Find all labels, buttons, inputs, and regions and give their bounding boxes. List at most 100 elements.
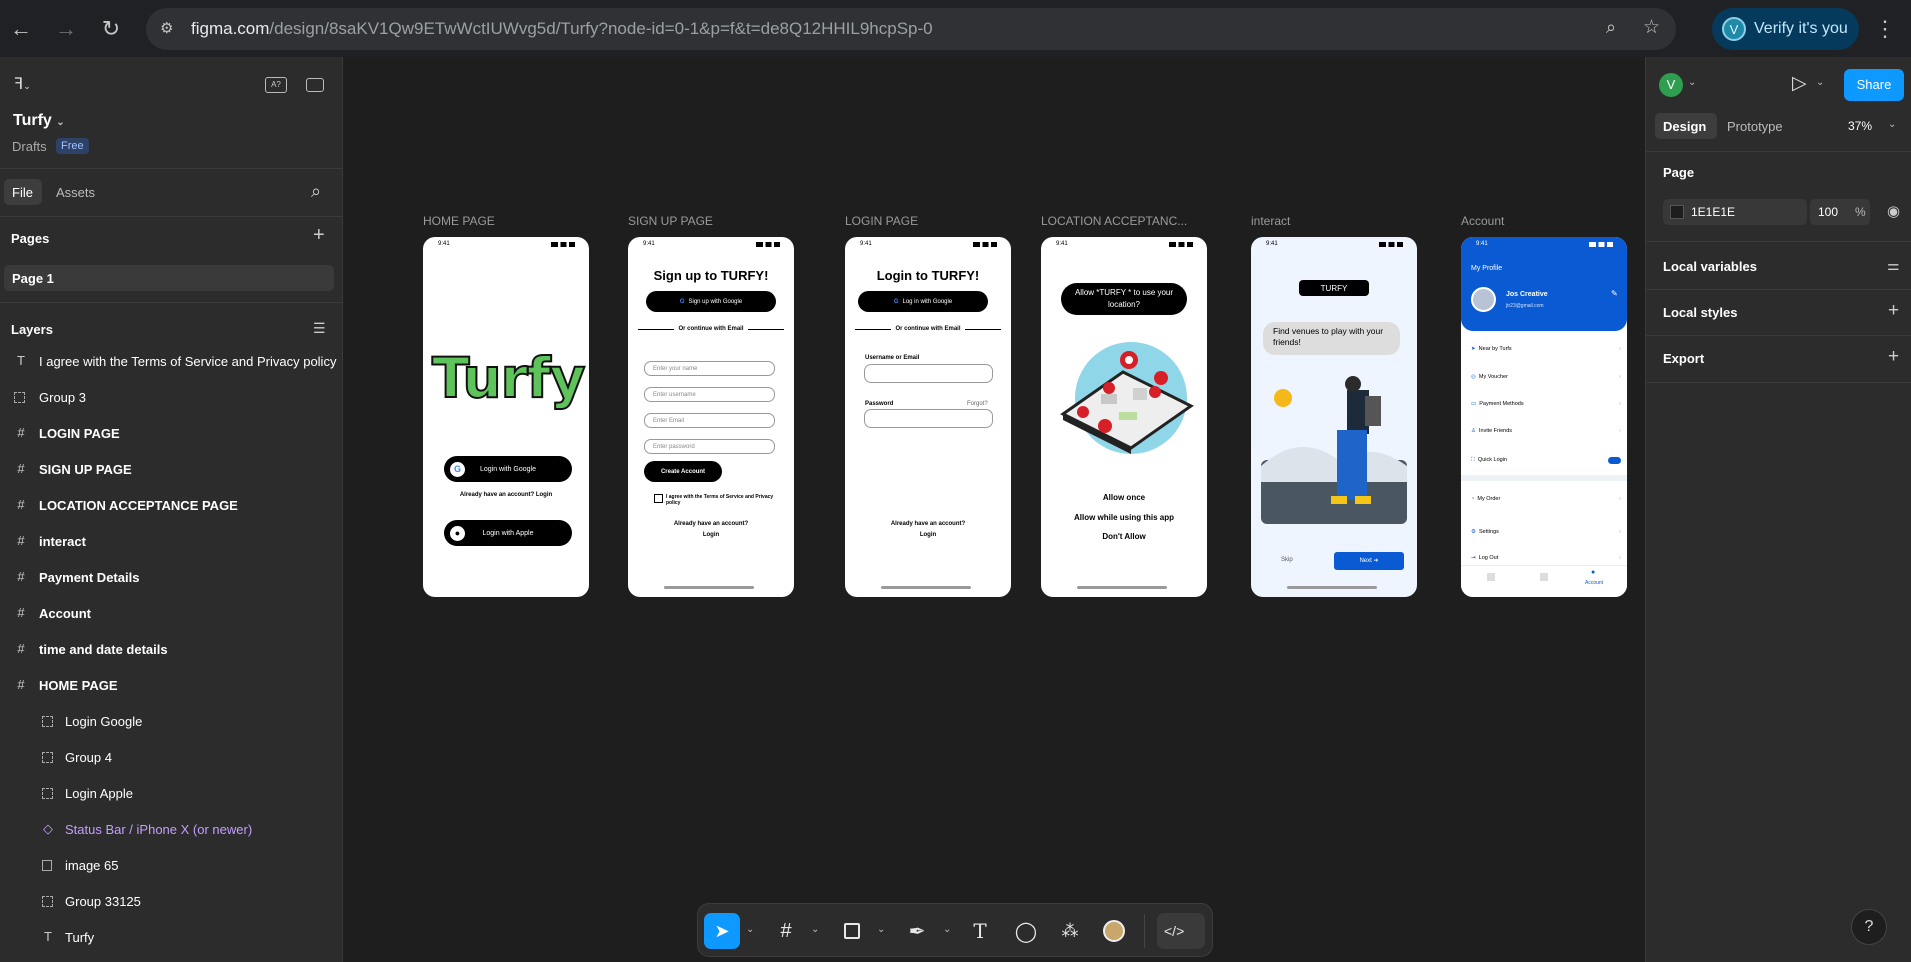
dont-allow-button[interactable]: Don't Allow	[1041, 532, 1207, 541]
tab-account-icon[interactable]: ●	[1591, 569, 1595, 576]
tab-prototype[interactable]: Prototype	[1727, 119, 1783, 134]
user-avatar[interactable]: V	[1659, 73, 1683, 97]
color-swatch[interactable]	[1670, 205, 1684, 219]
frame-label-location[interactable]: LOCATION ACCEPTANC...	[1041, 214, 1187, 228]
back-icon[interactable]: ←	[4, 12, 38, 46]
chevron-down-icon[interactable]: ⌄	[877, 924, 885, 935]
menu-log-out[interactable]: ⇥ Log Out ›	[1471, 555, 1621, 561]
local-variables-heading[interactable]: Local variables	[1663, 259, 1757, 274]
search-icon[interactable]: ⌕	[311, 181, 321, 202]
layer-item[interactable]: TI agree with the Terms of Service and P…	[0, 344, 343, 380]
figma-main-menu-icon[interactable]: ꟻ⌄	[14, 74, 31, 94]
tab-design[interactable]: Design	[1655, 113, 1717, 139]
actions-icon[interactable]: ⁂	[1052, 913, 1088, 949]
layer-item[interactable]: ◇ Status Bar / iPhone X (or newer)	[0, 812, 343, 848]
tab-assets[interactable]: Assets	[56, 185, 95, 200]
create-account-button[interactable]: Create Account	[644, 461, 722, 482]
tab-transaction-icon[interactable]	[1540, 573, 1548, 581]
chevron-down-icon[interactable]: ⌄	[746, 924, 754, 935]
tab-account-label[interactable]: Account	[1585, 580, 1603, 586]
reload-icon[interactable]: ↻	[94, 12, 128, 46]
terms-checkbox[interactable]	[654, 494, 663, 503]
browser-menu-icon[interactable]: ⋮	[1868, 12, 1902, 46]
add-style-icon[interactable]: +	[1888, 300, 1899, 322]
layer-item[interactable]: Group 3	[0, 380, 343, 416]
frame-login-page[interactable]: 9:41 Login to TURFY! G Log in with Google…	[845, 237, 1011, 597]
frame-tool-icon[interactable]: #	[768, 913, 804, 949]
frame-account-page[interactable]: 9:41 My Profile Jos Creative jtr23@gmail…	[1461, 237, 1627, 597]
layer-item[interactable]: # Account	[0, 596, 343, 632]
text-tool-icon[interactable]: T	[962, 913, 998, 949]
menu-invite-friends[interactable]: ♙ Invite Friends ›	[1471, 428, 1621, 434]
menu-my-voucher[interactable]: ◎ My Voucher ›	[1471, 374, 1621, 380]
layer-item[interactable]: # interact	[0, 524, 343, 560]
layer-item[interactable]: # time and date details	[0, 632, 343, 668]
frame-location-page[interactable]: 9:41 Allow *TURFY * to use your location…	[1041, 237, 1207, 597]
variables-settings-icon[interactable]: ⚌	[1887, 257, 1900, 274]
allow-once-button[interactable]: Allow once	[1041, 493, 1207, 502]
file-name[interactable]: Turfy ⌄	[13, 112, 65, 130]
menu-payment-methods[interactable]: ▭ Payment Methods ›	[1471, 401, 1621, 407]
login-apple-button[interactable]: ● Login with Apple	[444, 520, 572, 546]
allow-while-using-button[interactable]: Allow while using this app	[1041, 513, 1207, 522]
login-google-button[interactable]: G Login with Google	[444, 456, 572, 482]
layer-item[interactable]: Login Apple	[0, 776, 343, 812]
sidebar-toggle-icon[interactable]	[306, 78, 324, 92]
login-google-button[interactable]: G Log in with Google	[858, 291, 988, 312]
layer-item[interactable]: image 65	[0, 848, 343, 884]
name-field[interactable]: Enter your name	[644, 361, 775, 376]
zoom-level[interactable]: 37%	[1848, 119, 1872, 133]
signup-google-button[interactable]: G Sign up with Google	[646, 291, 776, 312]
move-tool-icon[interactable]: ➤	[704, 913, 740, 949]
design-canvas[interactable]: HOME PAGE SIGN UP PAGE LOGIN PAGE LOCATI…	[344, 57, 1644, 962]
chevron-down-icon[interactable]: ⌄	[811, 924, 819, 935]
page-background-color-field[interactable]: 1E1E1E	[1663, 199, 1807, 225]
frame-label-account[interactable]: Account	[1461, 214, 1504, 228]
layer-item[interactable]: Group 4	[0, 740, 343, 776]
add-export-icon[interactable]: +	[1888, 346, 1899, 368]
layer-item[interactable]: # LOGIN PAGE	[0, 416, 343, 452]
username-input[interactable]	[864, 364, 993, 383]
menu-my-order[interactable]: ◔ My Order ›	[1471, 496, 1621, 502]
password-input[interactable]	[864, 409, 993, 428]
layer-item[interactable]: # SIGN UP PAGE	[0, 452, 343, 488]
frame-signup-page[interactable]: 9:41 Sign up to TURFY! G Sign up with Goo…	[628, 237, 794, 597]
password-field[interactable]: Enter password	[644, 439, 775, 454]
frame-home-page[interactable]: 9:41 Turfy G Login with Google Already ha…	[423, 237, 589, 597]
layer-item[interactable]: Group 33125	[0, 884, 343, 920]
have-account-text[interactable]: Already have an account? Login	[423, 492, 589, 498]
skip-button[interactable]: Skip	[1281, 557, 1293, 563]
chevron-down-icon[interactable]: ⌄	[943, 924, 951, 935]
menu-near-by-turfs[interactable]: ➤ Near by Turfs ›	[1471, 346, 1621, 352]
file-location[interactable]: Drafts	[12, 139, 47, 154]
layer-item[interactable]: T Turfy	[0, 920, 343, 956]
add-page-icon[interactable]: +	[313, 224, 325, 247]
frame-interact-page[interactable]: 9:41 TURFY Find venues to play with your…	[1251, 237, 1417, 597]
site-settings-icon[interactable]: ⚙	[160, 19, 173, 37]
forward-icon[interactable]: →	[49, 12, 83, 46]
email-field[interactable]: Enter Email	[644, 413, 775, 428]
frame-label-interact[interactable]: interact	[1251, 214, 1290, 228]
pen-tool-icon[interactable]: ✒	[899, 913, 935, 949]
help-button[interactable]: ?	[1851, 909, 1887, 945]
login-link[interactable]: Login	[845, 532, 1011, 538]
menu-quick-login[interactable]: ⛶ Quick Login	[1471, 457, 1621, 464]
local-styles-heading[interactable]: Local styles	[1663, 305, 1737, 320]
plugin-avatar-icon[interactable]	[1096, 913, 1132, 949]
zoom-icon[interactable]: ⌕	[1606, 17, 1616, 38]
menu-settings[interactable]: ⚙ Settings ›	[1471, 529, 1621, 535]
visibility-eye-icon[interactable]: ◉	[1887, 202, 1900, 220]
ui3-toggle-icon[interactable]: A?	[265, 77, 287, 93]
forgot-link[interactable]: Forgot?	[967, 401, 988, 407]
tab-file[interactable]: File	[4, 179, 42, 205]
export-heading[interactable]: Export	[1663, 351, 1704, 366]
dev-mode-toggle-icon[interactable]: </>	[1157, 913, 1205, 949]
chevron-down-icon[interactable]: ⌄	[1888, 119, 1896, 130]
share-button[interactable]: Share	[1844, 69, 1904, 101]
frame-label-signup[interactable]: SIGN UP PAGE	[628, 214, 713, 228]
chevron-down-icon[interactable]: ⌄	[1688, 77, 1696, 88]
edit-profile-icon[interactable]: ✎	[1611, 289, 1618, 298]
address-bar[interactable]: ⚙ figma.com/design/8saKV1Qw9ETwWctIUWvg5…	[146, 8, 1676, 50]
layer-item[interactable]: # Payment Details	[0, 560, 343, 596]
comment-tool-icon[interactable]: ◯	[1008, 913, 1044, 949]
